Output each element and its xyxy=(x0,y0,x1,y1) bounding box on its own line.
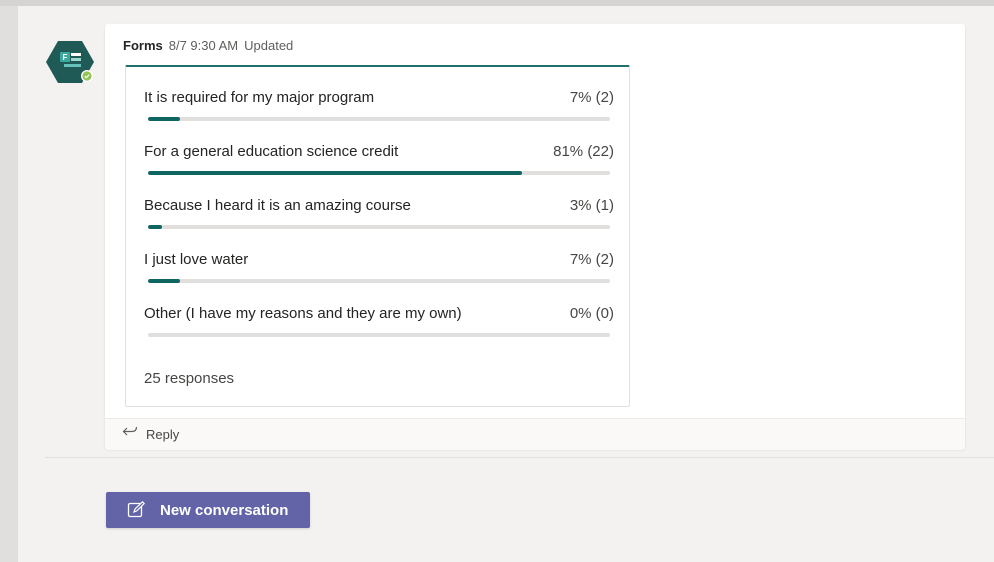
poll-option-bar xyxy=(148,333,610,337)
poll-option: I just love water 7% (2) xyxy=(144,251,614,291)
poll-option-bar xyxy=(148,117,610,121)
message-timestamp: 8/7 9:30 AM xyxy=(168,38,239,53)
new-conversation-button[interactable]: New conversation xyxy=(106,492,310,528)
poll-option: Because I heard it is an amazing course … xyxy=(144,197,614,237)
poll-option-label: Because I heard it is an amazing course xyxy=(144,197,411,214)
poll-option-bar xyxy=(148,171,610,175)
reply-arrow-icon xyxy=(122,425,138,442)
forms-app-avatar[interactable]: F xyxy=(45,38,95,88)
response-count: 25 responses xyxy=(144,370,235,387)
poll-option-value: 7% (2) xyxy=(569,89,614,106)
poll-option-value: 3% (1) xyxy=(569,197,614,214)
reply-label: Reply xyxy=(146,427,180,442)
message-header: Forms 8/7 9:30 AM Updated xyxy=(123,38,293,53)
compose-icon xyxy=(127,500,146,524)
sender-name[interactable]: Forms xyxy=(123,38,163,53)
forms-app-icon: F xyxy=(46,41,94,83)
poll-option-bar-fill xyxy=(148,171,523,175)
poll-option: It is required for my major program 7% (… xyxy=(144,89,614,129)
poll-option-bar-fill xyxy=(148,279,181,283)
poll-option-value: 7% (2) xyxy=(569,251,614,268)
poll-option-label: Other (I have my reasons and they are my… xyxy=(144,305,462,322)
poll-option-label: I just love water xyxy=(144,251,249,268)
message-card: Forms 8/7 9:30 AM Updated It is required f… xyxy=(105,24,965,450)
poll-option-label: It is required for my major program xyxy=(144,89,375,106)
poll-option: For a general education science credit 8… xyxy=(144,143,614,183)
message-status: Updated xyxy=(244,38,294,53)
reply-button[interactable]: Reply xyxy=(105,418,965,450)
poll-option-label: For a general education science credit xyxy=(144,143,399,160)
poll-option-bar xyxy=(148,225,610,229)
new-conversation-label: New conversation xyxy=(160,502,289,519)
poll-option-bar-fill xyxy=(148,225,162,229)
poll-option-value: 81% (22) xyxy=(553,143,614,160)
presence-badge xyxy=(82,71,92,81)
poll-option: Other (I have my reasons and they are my… xyxy=(144,305,614,345)
svg-text:F: F xyxy=(63,53,68,62)
poll-option-bar xyxy=(148,279,610,283)
poll-option-value: 0% (0) xyxy=(569,305,614,322)
thread-divider xyxy=(45,457,994,458)
channel-conversation-pane: F Forms 8/7 9:30 AM Updated It is required… xyxy=(18,6,994,562)
poll-results-card: It is required for my major program 7% (… xyxy=(125,65,630,407)
poll-option-bar-fill xyxy=(148,117,181,121)
